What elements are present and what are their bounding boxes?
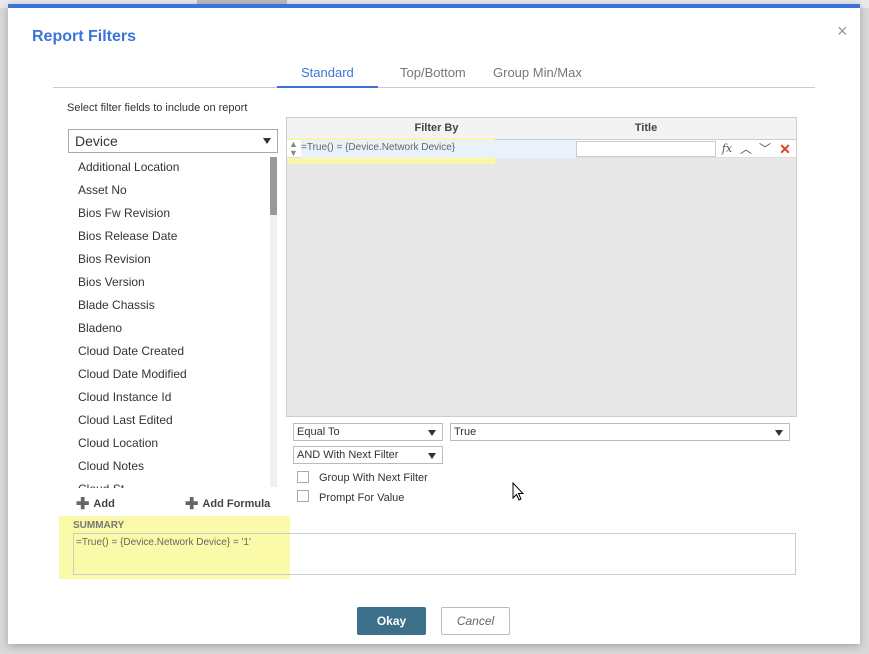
close-icon[interactable]: × xyxy=(837,21,848,42)
list-item[interactable]: Cloud Date Created xyxy=(68,340,278,363)
add-label: Add xyxy=(93,498,115,510)
report-filters-dialog: Report Filters × Standard Top/Bottom Gro… xyxy=(8,4,860,644)
group-with-next-checkbox[interactable] xyxy=(297,471,309,483)
chevron-down-icon xyxy=(428,430,436,436)
table-row[interactable]: ▲ ▼ =True() = {Device.Network Device} fx … xyxy=(287,140,796,158)
filter-expression: =True() = {Device.Network Device} xyxy=(301,142,456,153)
prompt-for-value-label: Prompt For Value xyxy=(319,492,405,504)
instruction-text: Select filter fields to include on repor… xyxy=(67,102,248,114)
chevron-down-icon xyxy=(775,430,783,436)
list-item[interactable]: Blade Chassis xyxy=(68,294,278,317)
tab-standard[interactable]: Standard xyxy=(277,65,378,88)
list-item[interactable]: Cloud St... xyxy=(68,478,278,488)
group-with-next-label: Group With Next Filter xyxy=(319,472,428,484)
mouse-pointer-icon xyxy=(512,482,524,501)
move-down-icon[interactable]: ﹀ xyxy=(756,140,774,158)
tab-group-min-max[interactable]: Group Min/Max xyxy=(493,65,582,80)
value-select-value: True xyxy=(454,426,477,438)
add-button[interactable]: ✚ Add xyxy=(76,494,115,514)
tab-bar: Standard Top/Bottom Group Min/Max xyxy=(53,60,815,88)
cancel-button[interactable]: Cancel xyxy=(441,607,510,635)
field-list-scrollbar[interactable] xyxy=(270,157,277,487)
list-item[interactable]: Additional Location xyxy=(68,156,278,179)
scrollbar-thumb[interactable] xyxy=(270,157,277,215)
combine-select[interactable]: AND With Next Filter xyxy=(293,446,443,464)
list-item[interactable]: Bladeno xyxy=(68,317,278,340)
operator-select-value: Equal To xyxy=(297,426,340,438)
list-item[interactable]: Cloud Notes xyxy=(68,455,278,478)
combine-select-value: AND With Next Filter xyxy=(297,449,399,461)
add-formula-button[interactable]: ✚ Add Formula xyxy=(185,494,270,514)
entity-select-value: Device xyxy=(75,133,118,149)
list-item[interactable]: Bios Version xyxy=(68,271,278,294)
move-up-icon[interactable]: ︿ xyxy=(737,140,755,158)
list-item[interactable]: Cloud Location xyxy=(68,432,278,455)
entity-select[interactable]: Device xyxy=(68,129,278,153)
list-item[interactable]: Cloud Instance Id xyxy=(68,386,278,409)
plus-icon: ✚ xyxy=(76,496,90,513)
okay-button[interactable]: Okay xyxy=(357,607,426,635)
field-list: Additional Location Asset No Bios Fw Rev… xyxy=(68,156,278,488)
column-header-title: Title xyxy=(634,122,658,134)
grid-header: Filter By Title xyxy=(287,118,796,140)
title-input[interactable] xyxy=(576,141,716,157)
sort-handle-icon[interactable]: ▲ ▼ xyxy=(289,140,299,158)
list-item[interactable]: Bios Revision xyxy=(68,248,278,271)
formula-icon[interactable]: fx xyxy=(718,140,736,158)
operator-select[interactable]: Equal To xyxy=(293,423,443,441)
list-item[interactable]: Asset No xyxy=(68,179,278,202)
delete-icon[interactable]: ✕ xyxy=(776,140,794,158)
summary-text: =True() = {Device.Network Device} = '1' xyxy=(76,537,251,548)
list-item[interactable]: Cloud Last Edited xyxy=(68,409,278,432)
add-formula-label: Add Formula xyxy=(202,498,271,510)
list-item[interactable]: Cloud Date Modified xyxy=(68,363,278,386)
chevron-down-icon xyxy=(428,453,436,459)
dialog-title: Report Filters xyxy=(32,28,137,45)
tab-top-bottom[interactable]: Top/Bottom xyxy=(400,65,466,80)
summary-label: SUMMARY xyxy=(73,520,125,531)
list-item[interactable]: Bios Fw Revision xyxy=(68,202,278,225)
prompt-for-value-checkbox[interactable] xyxy=(297,490,309,502)
chevron-down-icon xyxy=(263,138,271,144)
list-item[interactable]: Bios Release Date xyxy=(68,225,278,248)
column-header-filter-by: Filter By xyxy=(414,122,459,134)
plus-icon: ✚ xyxy=(185,496,199,513)
filter-grid: Filter By Title ▲ ▼ =True() = {Device.Net… xyxy=(286,117,797,417)
value-select[interactable]: True xyxy=(450,423,790,441)
filter-cell[interactable]: =True() = {Device.Network Device} xyxy=(301,140,576,158)
